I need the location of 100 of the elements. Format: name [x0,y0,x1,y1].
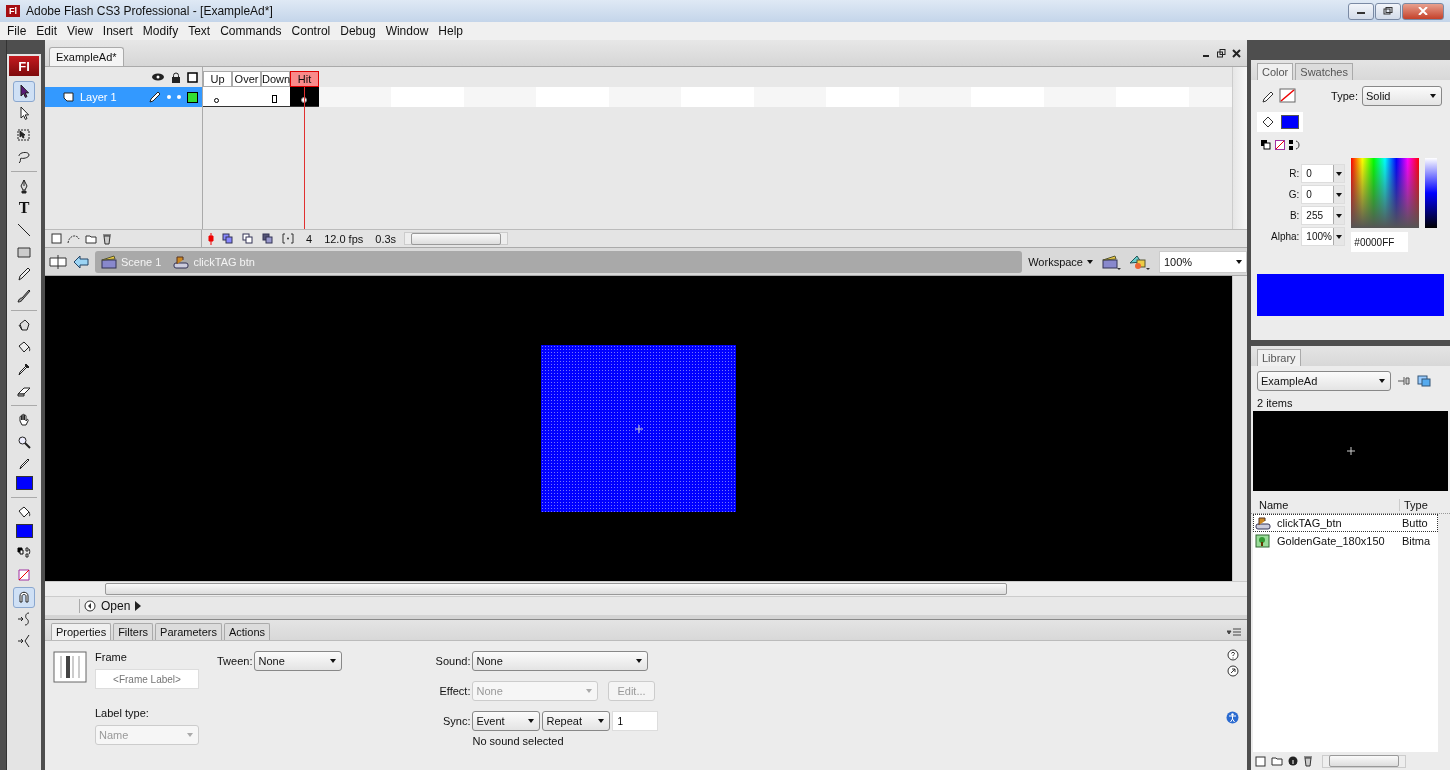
zoom-dropdown[interactable]: 100% [1159,250,1247,273]
tween-dropdown[interactable]: None [254,651,343,671]
outline-icon[interactable] [187,71,198,83]
panel-tab[interactable]: Properties [51,623,112,640]
horizontal-scrollbar[interactable] [45,581,1247,596]
repeat-count-input[interactable]: 1 [612,711,659,731]
menu-item[interactable]: Modify [137,24,184,38]
swap-colors-icon[interactable] [1289,140,1301,150]
stroke-pencil-icon[interactable] [1261,89,1275,103]
menu-item[interactable]: Edit [31,24,63,38]
insert-layer-icon[interactable] [51,233,62,244]
onion-skin-icon[interactable] [242,233,254,244]
trash-icon[interactable] [1303,755,1313,767]
document-tab[interactable]: ExampleAd* [49,47,124,66]
help-icon[interactable] [1226,649,1239,661]
dropdown-arrow-icon [528,719,535,723]
channel-input[interactable]: 0 [1301,164,1346,183]
panel-tab[interactable]: Color [1257,63,1294,80]
color-spectrum[interactable] [1351,158,1420,228]
timeline-toggle-icon[interactable] [49,253,67,270]
panel-tab[interactable]: Swatches [1295,63,1353,80]
close-button[interactable] [1402,2,1444,20]
restore-button[interactable] [1375,2,1401,20]
info-icon[interactable] [1288,756,1298,766]
pin-icon[interactable] [1397,375,1411,387]
menu-item[interactable]: View [62,24,98,38]
frame-cell[interactable] [290,87,319,107]
edit-frames-icon[interactable] [282,233,294,244]
frame-cell[interactable] [261,87,290,107]
frame-label[interactable]: Hit [290,71,319,87]
panel-tab[interactable]: Actions [223,623,271,640]
workspace-menu[interactable]: Workspace [1028,255,1093,268]
channel-label: R: [1289,168,1300,179]
repeat-dropdown[interactable]: Repeat [542,711,611,731]
sync-dropdown[interactable]: Event [472,711,541,731]
column-header[interactable]: Name [1255,499,1399,511]
minimize-button[interactable] [1348,2,1374,20]
frame-label-input[interactable]: <Frame Label> [95,669,199,689]
motion-guide-icon[interactable] [67,233,80,244]
center-frame-icon[interactable] [222,233,234,244]
panel-tab[interactable]: Filters [113,623,154,640]
edit-scene-icon[interactable] [1101,252,1121,271]
menu-item[interactable]: Control [286,24,336,38]
column-header[interactable]: Type [1399,499,1446,511]
library-dropdown[interactable]: ExampleAd [1257,371,1391,391]
type-dropdown[interactable]: Solid [1362,86,1442,106]
horizontal-scrollbar[interactable] [404,232,509,245]
dropdown-arrow-icon [1336,192,1343,197]
onion-outline-icon[interactable] [262,233,274,244]
open-button[interactable]: Open [79,599,142,613]
frame-cell[interactable] [203,87,232,107]
outline-color-swatch[interactable] [187,91,198,103]
color-swatch[interactable] [15,476,33,490]
menu-item[interactable]: Help [433,24,468,38]
menu-item[interactable]: Commands [215,24,287,38]
folder-icon[interactable] [1271,756,1283,766]
dot-icon[interactable] [167,95,171,99]
color-swatch[interactable] [15,524,33,538]
paint-bucket-icon[interactable] [1261,115,1275,129]
frame-label[interactable]: Over [232,71,261,87]
menu-item[interactable]: Insert [97,24,138,38]
eye-icon[interactable] [151,72,165,82]
panel-tab[interactable]: Library [1257,349,1301,366]
horizontal-scrollbar[interactable] [1322,754,1406,768]
panel-menu-icon[interactable] [1227,628,1241,637]
stroke-swatch[interactable] [1279,88,1297,104]
close-icon[interactable] [1232,48,1241,58]
dot-icon[interactable] [177,95,181,99]
sound-dropdown[interactable]: None [472,651,649,671]
channel-input[interactable]: 100% [1301,227,1346,246]
text-tool[interactable]: T [13,197,35,219]
menu-item[interactable]: Window [380,24,434,38]
new-library-icon[interactable] [1417,375,1431,387]
restore-icon[interactable] [1217,48,1226,58]
back-arrow-icon[interactable] [73,254,89,269]
hex-input[interactable]: #0000FF [1351,232,1409,252]
menu-item[interactable]: File [2,24,32,38]
channel-input[interactable]: 255 [1301,206,1346,225]
lock-icon[interactable] [171,71,181,83]
trash-icon[interactable] [102,232,112,245]
accessibility-icon[interactable] [1226,711,1239,724]
default-colors-icon[interactable] [1261,140,1271,150]
library-item[interactable]: GoldenGate_180x150 Bitma [1253,532,1438,550]
new-symbol-icon[interactable] [1255,755,1266,767]
vertical-scrollbar[interactable] [1232,276,1247,581]
edit-icon[interactable] [1226,665,1239,677]
fill-color-swatch[interactable] [1281,115,1299,129]
library-item[interactable]: clickTAG_btn Butto [1253,514,1438,532]
play-triangle-icon [135,601,142,611]
vertical-scrollbar[interactable] [1232,67,1247,229]
no-color-icon[interactable] [1275,140,1285,150]
panel-tab[interactable]: Parameters [155,623,222,640]
menu-item[interactable]: Debug [335,24,381,38]
panel-grip[interactable] [7,40,41,54]
frame-label[interactable]: Up [203,71,232,87]
channel-input[interactable]: 0 [1301,185,1346,204]
menu-item[interactable]: Text [183,24,216,38]
magnet-icon[interactable] [13,586,35,608]
frame-label[interactable]: Down [261,71,290,87]
folder-icon[interactable] [85,233,97,244]
